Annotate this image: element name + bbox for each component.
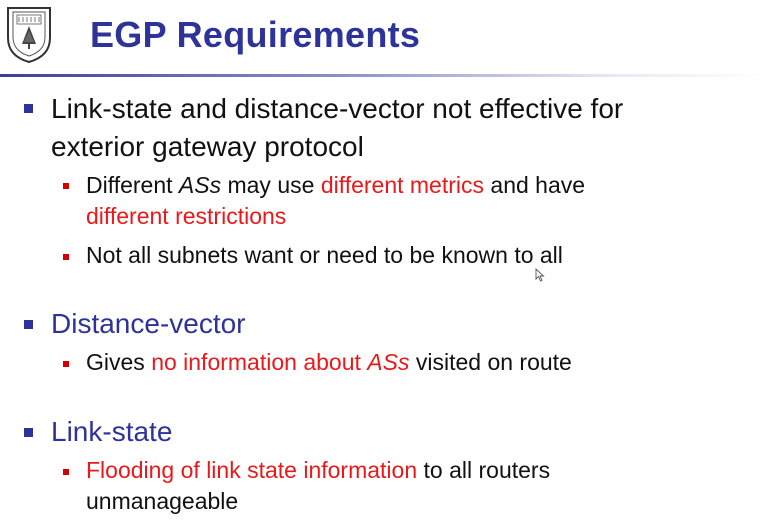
text-run: may use (221, 172, 321, 198)
text-run-highlight: different metrics (320, 172, 485, 198)
text-run: and have (484, 172, 586, 198)
text-run: Different (86, 172, 179, 198)
mouse-cursor-icon (535, 267, 545, 282)
bullet-2-sub-1: Gives no information about ASs visited o… (86, 347, 572, 378)
bullet-marker-icon (24, 104, 33, 113)
sub-bullet-marker-icon (63, 361, 69, 367)
bullet-3-sub-1-line-2: unmanageable (86, 488, 239, 514)
sub-bullet-marker-icon (63, 254, 69, 260)
bullet-1-sub-1-line-1: Different ASs may use different metrics … (86, 170, 585, 201)
text-run: to all routers (417, 457, 551, 483)
text-run-italic: ASs (178, 172, 222, 198)
bullet-1-line-2: exterior gateway protocol (51, 131, 364, 162)
bullet-1-line-1: Link-state and distance-vector not effec… (51, 93, 624, 124)
bullet-1-sub-2: Not all subnets want or need to be known… (86, 242, 563, 268)
bullet-3-heading: Link-state (51, 416, 173, 447)
text-run-highlight: Flooding of link state information (86, 457, 418, 483)
text-run: Gives (86, 349, 152, 375)
text-run: visited on route (409, 349, 572, 375)
text-run-highlight: no information about (151, 349, 368, 375)
bullet-2-heading: Distance-vector (51, 308, 246, 339)
text-run-highlight-italic: ASs (367, 349, 410, 375)
bullet-marker-icon (24, 428, 33, 437)
slide-body: Link-state and distance-vector not effec… (0, 0, 766, 522)
bullet-3-sub-1-line-1: Flooding of link state information to al… (86, 455, 550, 486)
bullet-1-sub-1-line-2: different restrictions (86, 203, 287, 229)
sub-bullet-marker-icon (63, 183, 69, 189)
sub-bullet-marker-icon (63, 469, 69, 475)
bullet-marker-icon (24, 320, 33, 329)
